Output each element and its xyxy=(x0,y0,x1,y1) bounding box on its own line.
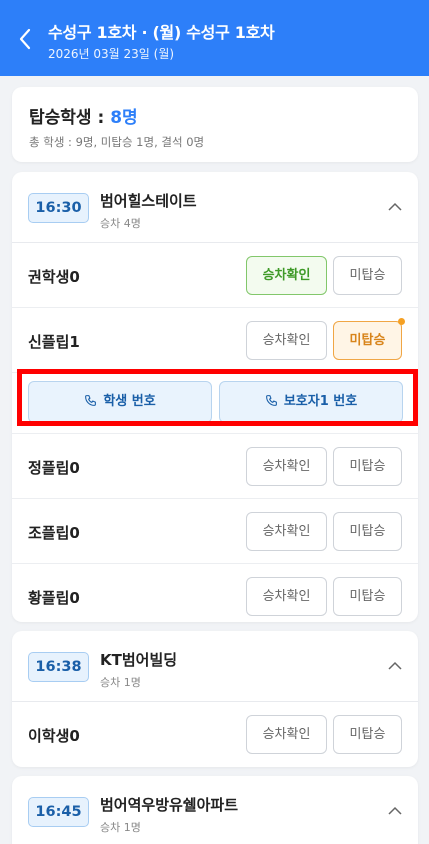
chevron-up-icon[interactable] xyxy=(388,661,402,671)
stop-header[interactable]: 16:45 범어역우방유쉘아파트 승차 1명 xyxy=(12,776,418,844)
stop-time-badge: 16:45 xyxy=(28,797,89,827)
summary-label: 탑승학생 : xyxy=(29,108,111,128)
chevron-up-icon[interactable] xyxy=(388,806,402,816)
page-title: 수성구 1호차 · (월) 수성구 1호차 xyxy=(48,23,275,42)
phone-actions: 학생 번호 보호자1 번호 xyxy=(12,373,418,434)
phone-icon xyxy=(85,395,97,406)
board-confirm-button[interactable]: 승차확인 xyxy=(246,577,327,616)
status-dot xyxy=(398,318,405,325)
board-confirm-button[interactable]: 승차확인 xyxy=(246,715,327,754)
parent-phone-label: 보호자1 번호 xyxy=(283,394,358,409)
stop-card: 16:45 범어역우방유쉘아파트 승차 1명 xyxy=(12,776,418,844)
parent-phone-button[interactable]: 보호자1 번호 xyxy=(219,381,403,423)
student-row: 신플립1 승차확인 미탑승 xyxy=(12,308,418,373)
board-confirm-button[interactable]: 승차확인 xyxy=(246,321,327,360)
not-boarded-button[interactable]: 미탑승 xyxy=(333,256,402,295)
stop-boarding-count: 승차 4명 xyxy=(100,217,141,230)
not-boarded-button[interactable]: 미탑승 xyxy=(333,715,402,754)
student-phone-button[interactable]: 학생 번호 xyxy=(28,381,212,423)
student-row: 황플립0 승차확인 미탑승 xyxy=(12,564,418,622)
phone-icon xyxy=(265,395,277,406)
page-date: 2026년 03월 23일 (월) xyxy=(48,47,175,61)
student-name: 신플립1 xyxy=(28,333,80,351)
student-row: 정플립0 승차확인 미탑승 xyxy=(12,434,418,499)
chevron-up-icon[interactable] xyxy=(388,202,402,212)
student-row: 권학생0 승차확인 미탑승 xyxy=(12,243,418,308)
summary-title: 탑승학생 : 8명 xyxy=(29,103,138,128)
not-boarded-label: 미탑승 xyxy=(349,333,386,348)
back-arrow-icon[interactable] xyxy=(18,28,32,50)
stop-boarding-count: 승차 1명 xyxy=(100,676,141,689)
student-name: 권학생0 xyxy=(28,268,80,286)
stop-card: 16:38 KT범어빌딩 승차 1명 이학생0 승차확인 미탑승 xyxy=(12,631,418,767)
stop-time-badge: 16:30 xyxy=(28,193,89,223)
stop-boarding-count: 승차 1명 xyxy=(100,821,141,834)
student-name: 이학생0 xyxy=(28,727,80,745)
boarding-summary-card: 탑승학생 : 8명 총 학생 : 9명, 미탑승 1명, 결석 0명 xyxy=(12,87,418,162)
not-boarded-button[interactable]: 미탑승 xyxy=(333,512,402,551)
stop-name: KT범어빌딩 xyxy=(100,651,178,669)
board-confirm-button[interactable]: 승차확인 xyxy=(246,512,327,551)
boarded-count: 8명 xyxy=(110,108,138,128)
app-header: 수성구 1호차 · (월) 수성구 1호차 2026년 03월 23일 (월) xyxy=(0,0,429,76)
board-confirm-button[interactable]: 승차확인 xyxy=(246,256,327,295)
stop-header[interactable]: 16:30 범어힐스테이트 승차 4명 xyxy=(12,172,418,243)
student-phone-label: 학생 번호 xyxy=(103,394,156,409)
stop-header[interactable]: 16:38 KT범어빌딩 승차 1명 xyxy=(12,631,418,702)
student-row: 이학생0 승차확인 미탑승 xyxy=(12,702,418,767)
not-boarded-button[interactable]: 미탑승 xyxy=(333,318,405,360)
student-name: 정플립0 xyxy=(28,459,80,477)
stop-name: 범어힐스테이트 xyxy=(100,192,197,210)
stop-time-badge: 16:38 xyxy=(28,652,89,682)
not-boarded-button[interactable]: 미탑승 xyxy=(333,577,402,616)
board-confirm-button[interactable]: 승차확인 xyxy=(246,447,327,486)
student-name: 황플립0 xyxy=(28,589,80,607)
student-name: 조플립0 xyxy=(28,524,80,542)
summary-detail: 총 학생 : 9명, 미탑승 1명, 결석 0명 xyxy=(29,135,205,149)
student-row: 조플립0 승차확인 미탑승 xyxy=(12,499,418,564)
stop-card: 16:30 범어힐스테이트 승차 4명 권학생0 승차확인 미탑승 신플립1 승… xyxy=(12,172,418,622)
not-boarded-button[interactable]: 미탑승 xyxy=(333,447,402,486)
stop-name: 범어역우방유쉘아파트 xyxy=(100,796,239,814)
